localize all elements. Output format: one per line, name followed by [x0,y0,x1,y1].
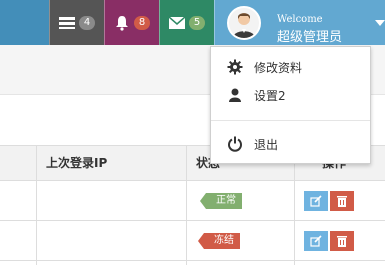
user-dropdown-menu: 修改资料 设置2 退出 [210,46,371,164]
notifications-count-badge: 8 [134,15,150,30]
edit-icon [310,195,322,207]
welcome-text: Welcome [277,14,323,25]
menu-item-logout[interactable]: 退出 [211,130,370,158]
menu-item-settings[interactable]: 设置2 [211,81,370,109]
envelope-icon [169,15,185,31]
messages-button[interactable]: 5 [159,0,214,45]
tasks-count-badge: 4 [79,15,95,30]
column-divider [186,145,187,265]
menu-item-label: 修改资料 [254,61,303,75]
delete-button[interactable] [330,191,354,211]
menu-divider [211,120,370,121]
trash-icon [337,196,347,207]
menu-item-edit-profile[interactable]: 修改资料 [211,53,370,81]
messages-count-badge: 5 [189,15,205,30]
user-menu-toggle[interactable]: Welcome 超级管理员 [214,0,385,45]
gear-icon [227,59,243,75]
menu-item-label: 退出 [254,138,279,152]
user-avatar [227,6,261,40]
notifications-button[interactable]: 8 [104,0,159,45]
user-name: 超级管理员 [277,30,343,45]
tasks-button[interactable]: 4 [49,0,104,45]
status-badge-normal: 正常 [200,193,242,209]
user-icon [227,87,243,103]
edit-button[interactable] [304,231,328,251]
menu-item-label: 设置2 [254,89,286,103]
edit-button[interactable] [304,191,328,211]
column-header-last-login-ip[interactable]: 上次登录IP [46,154,107,171]
edit-icon [310,235,322,247]
caret-down-icon [375,20,385,26]
bell-icon [114,15,130,31]
top-navbar: 4 8 5 Welcome 超级管理员 [0,0,385,45]
trash-icon [337,236,347,247]
delete-button[interactable] [330,231,354,251]
tasks-icon [59,15,75,31]
power-icon [227,136,243,152]
status-badge-frozen: 冻结 [198,233,240,249]
column-divider [36,145,37,265]
